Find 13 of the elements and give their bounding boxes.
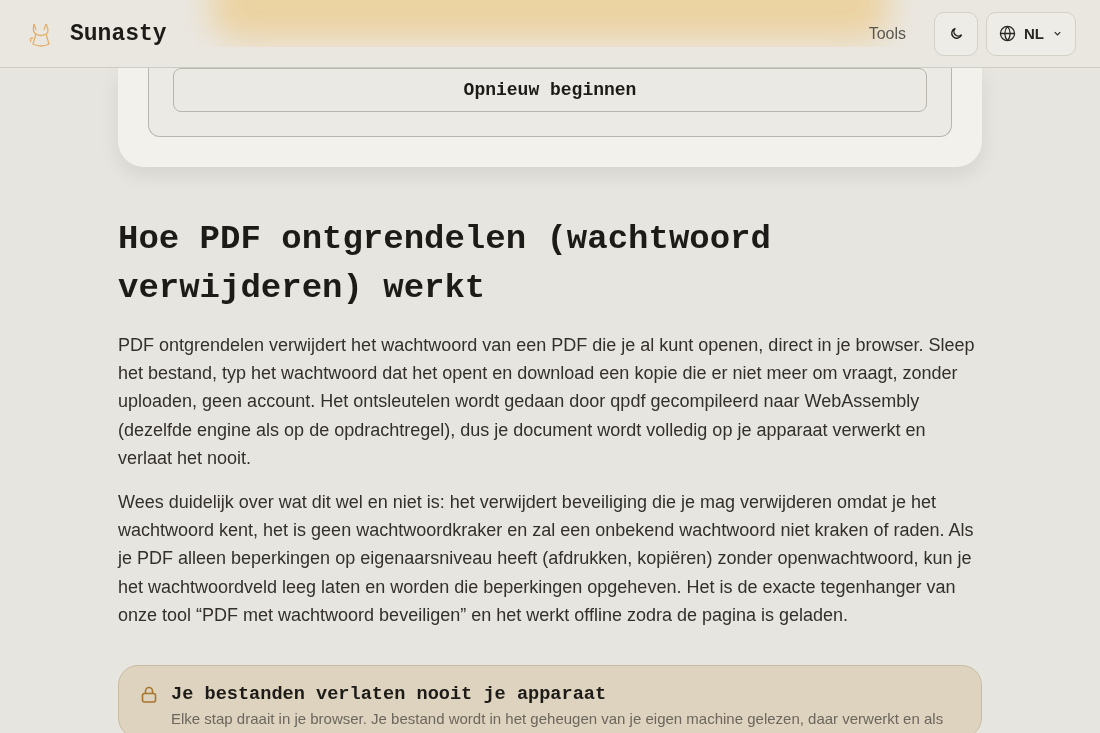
article-paragraph: PDF ontgrendelen verwijdert het wachtwoord van een PDF die je al kunt openen, direct in je browser. Sleep het bestand, typ het wachtwoord dat het opent en download een kopie die er niet meer om vraagt, zonder uploaden, geen account. Het ontsleutelen wordt gedaan door qpdf gecompileerd naar WebAssembly (dezelfde engine als op de opdrachtregel), dus je document wordt volledig op je apparaat verwerkt en verlaat het nooit. [118,334,976,470]
nav-link[interactable]: Tools [868,24,906,43]
brand-name: Sunasty [70,20,167,47]
globe-icon [999,25,1016,42]
moon-icon [948,26,964,41]
article-title: Hoe PDF ontgrendelen (wachtwoord verwijderen) werkt [118,219,772,309]
restart-button[interactable]: Opnieuw beginnen [173,68,927,112]
callout-text: Elke stap draait in je browser. Je bestand wordt in het geheugen van je eigen machine gelezen, daar verwerkt en als [171,709,945,730]
theme-toggle-button[interactable] [934,11,978,56]
callout-title: Je bestanden verlaten nooit je apparaat [171,684,607,706]
article-paragraph: Wees duidelijk over wat dit wel en niet is: het verwijdert beveiliging die je mag verwijderen omdat je het wachtwoord kent, het is geen wachtwoordkraker en zal een onbekend wachtwoord niet kraken of raden. Als je PDF alleen beperkingen op eigenaarsniveau heeft (afdrukken, kopiëren) zonder openwachtwoord, kun je het wachtwoordveld leeg laten en worden die beperkingen opgeheven. Het is de exacte tegenhanger van onze tool “PDF met wachtwoord beveiligen” en het werkt offline zodra de pagina is geladen. [118,491,975,627]
language-button[interactable]: NL [986,11,1076,56]
lock-icon [141,686,157,704]
